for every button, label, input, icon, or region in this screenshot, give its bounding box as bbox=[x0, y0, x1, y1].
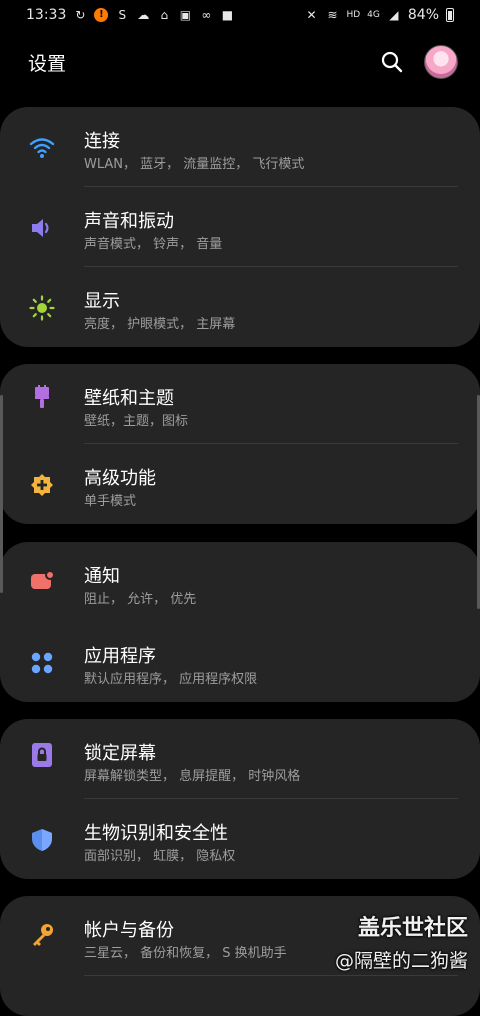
video-icon: ■ bbox=[221, 8, 234, 22]
signal-icon: ◢ bbox=[389, 8, 399, 22]
settings-item-notifications[interactable]: 通知 阻止， 允许， 优先 bbox=[0, 542, 480, 622]
item-title: 壁纸和主题 bbox=[84, 388, 174, 409]
header-actions bbox=[380, 45, 458, 79]
item-subtitle: 单手模式 bbox=[84, 494, 137, 509]
item-title: 显示 bbox=[84, 291, 120, 312]
apps-icon bbox=[29, 650, 55, 676]
watermark-author: @隔壁的二狗酱 bbox=[334, 950, 468, 972]
lock-status-icon: ⌂ bbox=[160, 8, 169, 22]
shazam-icon: S bbox=[118, 8, 127, 22]
settings-item-wallpaper-themes[interactable]: 壁纸和主题 壁纸，主题，图标 bbox=[0, 364, 480, 444]
status-bar: 13:33 ↻ ! S ☁ ⌂ ▣ ∞ ■ ✕ ≋ HD 4G ◢ 84% bbox=[0, 0, 480, 30]
item-subtitle: 阻止， 允许， 优先 bbox=[84, 592, 197, 607]
wifi-icon bbox=[29, 135, 55, 161]
watermark: 盖乐世社区 @隔壁的二狗酱 bbox=[335, 910, 468, 973]
status-right: ✕ ≋ HD 4G ◢ 84% bbox=[304, 7, 454, 23]
item-subtitle: 默认应用程序， 应用程序权限 bbox=[84, 672, 258, 687]
status-time: 13:33 bbox=[26, 7, 67, 23]
search-button[interactable] bbox=[380, 50, 404, 74]
divider bbox=[84, 975, 458, 976]
settings-item-display[interactable]: 显示 亮度， 护眼模式， 主屏幕 bbox=[0, 267, 480, 347]
item-title: 应用程序 bbox=[84, 646, 156, 667]
volume-icon bbox=[29, 215, 55, 241]
settings-card-security: 锁定屏幕 屏幕解锁类型， 息屏提醒， 时钟风格 生物识别和安全性 面部识别， 虹… bbox=[0, 719, 480, 879]
network-type: 4G bbox=[367, 10, 380, 20]
battery-percent: 84% bbox=[407, 7, 439, 23]
settings-item-sound[interactable]: 声音和振动 声音模式， 铃声， 音量 bbox=[0, 187, 480, 267]
settings-item-advanced-features[interactable]: 高级功能 单手模式 bbox=[0, 444, 480, 524]
settings-item-connections[interactable]: 连接 WLAN， 蓝牙， 流量监控， 飞行模式 bbox=[0, 107, 480, 187]
shield-icon bbox=[29, 827, 55, 853]
item-title: 高级功能 bbox=[84, 468, 156, 489]
status-left: 13:33 ↻ ! S ☁ ⌂ ▣ ∞ ■ bbox=[26, 7, 234, 23]
item-title: 声音和振动 bbox=[84, 211, 174, 232]
battery-icon bbox=[446, 8, 454, 22]
mute-icon: ✕ bbox=[306, 8, 317, 22]
notification-icon bbox=[29, 568, 55, 594]
item-title: 锁定屏幕 bbox=[84, 743, 156, 764]
link-icon: ∞ bbox=[201, 8, 212, 22]
item-title: 帐户与备份 bbox=[84, 920, 174, 941]
settings-item-biometrics-security[interactable]: 生物识别和安全性 面部识别， 虹膜， 隐私权 bbox=[0, 799, 480, 879]
scroll-indicator-left[interactable] bbox=[0, 395, 3, 593]
page-title: 设置 bbox=[28, 52, 67, 75]
sync-icon: ↻ bbox=[75, 8, 86, 22]
alert-icon: ! bbox=[94, 8, 109, 22]
network-label: HD bbox=[346, 10, 361, 20]
avatar[interactable] bbox=[424, 45, 458, 79]
item-subtitle: 屏幕解锁类型， 息屏提醒， 时钟风格 bbox=[84, 769, 301, 784]
item-title: 连接 bbox=[84, 131, 120, 152]
wifi-status-icon: ≋ bbox=[327, 8, 338, 22]
item-subtitle: 三星云， 备份和恢复， S 换机助手 bbox=[84, 946, 287, 961]
item-subtitle: 声音模式， 铃声， 音量 bbox=[84, 237, 223, 252]
item-subtitle: WLAN， 蓝牙， 流量监控， 飞行模式 bbox=[84, 157, 305, 172]
item-subtitle: 壁纸，主题，图标 bbox=[84, 414, 189, 429]
item-title: 生物识别和安全性 bbox=[84, 823, 228, 844]
settings-card-appearance: 壁纸和主题 壁纸，主题，图标 高级功能 单手模式 bbox=[0, 364, 480, 524]
settings-card-apps: 通知 阻止， 允许， 优先 应用程序 默认应用程序， 应用程序权限 bbox=[0, 542, 480, 702]
search-icon bbox=[381, 51, 403, 73]
gear-plus-icon bbox=[29, 472, 55, 498]
settings-card-connectivity: 连接 WLAN， 蓝牙， 流量监控， 飞行模式 声音和振动 声音模式， 铃声， … bbox=[0, 107, 480, 347]
item-subtitle: 亮度， 护眼模式， 主屏幕 bbox=[84, 317, 236, 332]
lock-icon bbox=[29, 742, 55, 768]
settings-item-lock-screen[interactable]: 锁定屏幕 屏幕解锁类型， 息屏提醒， 时钟风格 bbox=[0, 719, 480, 799]
header: 设置 bbox=[0, 38, 480, 86]
item-subtitle: 面部识别， 虹膜， 隐私权 bbox=[84, 849, 236, 864]
brush-icon bbox=[29, 384, 55, 410]
cloud-icon: ☁ bbox=[137, 8, 150, 22]
key-icon bbox=[29, 922, 55, 948]
settings-item-applications[interactable]: 应用程序 默认应用程序， 应用程序权限 bbox=[0, 622, 480, 702]
watermark-community: 盖乐世社区 bbox=[357, 916, 468, 941]
item-title: 通知 bbox=[84, 566, 120, 587]
brightness-icon bbox=[29, 295, 55, 321]
image-icon: ▣ bbox=[179, 8, 192, 22]
